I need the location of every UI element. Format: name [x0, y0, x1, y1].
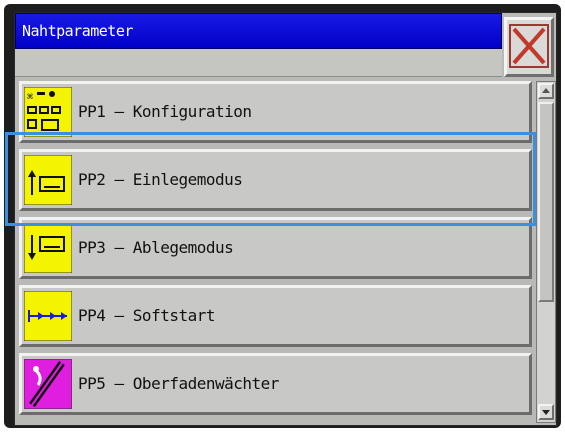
close-icon	[509, 24, 549, 68]
arrow-up-icon	[542, 88, 550, 93]
list-item-label: PP1 – Konfiguration	[78, 102, 252, 121]
selection-highlight	[5, 132, 536, 226]
window-title: Nahtparameter	[22, 22, 133, 40]
title-bar: Nahtparameter	[15, 13, 502, 49]
scroll-up-button[interactable]	[538, 83, 554, 99]
scroll-thumb[interactable]	[538, 102, 554, 302]
window-subheader	[15, 49, 502, 77]
upper-thread-monitor-icon	[23, 358, 73, 410]
list-item-pp5[interactable]: PP5 – Oberfadenwächter	[19, 353, 532, 415]
arrow-down-icon	[542, 410, 550, 415]
list-item-label: PP3 – Ablegemodus	[78, 238, 234, 257]
list-item-label: PP4 – Softstart	[78, 306, 216, 325]
list-item-label: PP5 – Oberfadenwächter	[78, 374, 279, 393]
configuration-icon: ⌘	[23, 86, 73, 138]
close-button[interactable]	[504, 17, 554, 77]
list-item-pp3[interactable]: PP3 – Ablegemodus	[19, 217, 532, 279]
svg-text:⌘: ⌘	[27, 92, 33, 103]
softstart-icon	[23, 290, 73, 342]
vertical-scrollbar[interactable]	[536, 81, 556, 423]
scroll-down-button[interactable]	[538, 404, 554, 420]
list-item-pp4[interactable]: PP4 – Softstart	[19, 285, 532, 347]
stacking-mode-icon	[23, 222, 73, 274]
